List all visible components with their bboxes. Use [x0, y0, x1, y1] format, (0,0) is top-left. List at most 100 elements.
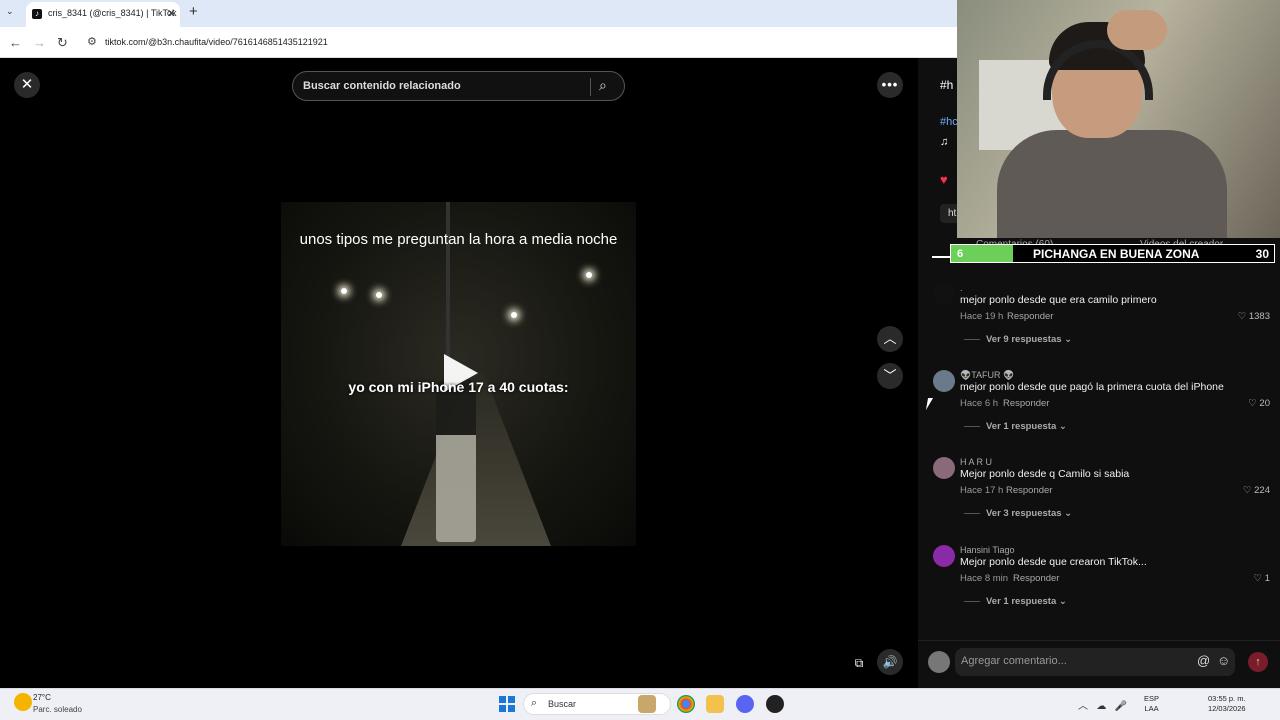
forward-icon[interactable]: → — [33, 35, 46, 50]
heart-icon: ♡ — [1253, 573, 1265, 584]
more-icon[interactable]: ••• — [877, 72, 903, 98]
weather-icon[interactable] — [14, 693, 32, 711]
clock-time: 03:55 p. m. — [1208, 694, 1246, 703]
music-icon[interactable]: ♫ — [940, 136, 948, 148]
avatar[interactable] — [933, 283, 955, 305]
divider — [964, 426, 980, 427]
chevron-down-icon[interactable]: ﹀ — [877, 363, 903, 389]
like-count: 1 — [1264, 573, 1270, 584]
street-light — [341, 288, 347, 294]
browser-tab[interactable]: ♪ cris_8341 (@cris_8341) | TikTok ✕ — [26, 2, 180, 27]
view-replies-button[interactable]: Ver 1 respuesta ⌄ — [986, 596, 1067, 607]
avatar[interactable] — [933, 370, 955, 392]
hashtag-link[interactable]: #hc — [940, 116, 958, 128]
reply-button[interactable]: Responder — [1003, 398, 1049, 409]
new-tab-button[interactable]: + — [189, 3, 198, 20]
comment-item: 👽TAFUR 👽 mejor ponlo desde que pagó la p… — [930, 370, 1276, 450]
weather-desc[interactable]: Parc. soleado — [33, 705, 82, 714]
like-count: 20 — [1259, 398, 1270, 409]
url-text: tiktok.com/@b3n.chaufita/video/761614685… — [105, 37, 328, 47]
like-count: 1383 — [1248, 311, 1270, 322]
clock[interactable]: 03:55 p. m. 12/03/2026 — [1208, 694, 1246, 714]
chevron-down-icon: ⌄ — [1064, 508, 1073, 519]
volume-icon[interactable]: 🔊 — [877, 649, 903, 675]
reply-button[interactable]: Responder — [1007, 311, 1053, 322]
windows-icon[interactable] — [499, 696, 515, 712]
person-figure — [436, 377, 476, 542]
windows-logo-part — [499, 705, 506, 712]
comment-likes[interactable]: ♡ 1 — [1254, 573, 1270, 584]
view-replies-button[interactable]: Ver 9 respuestas ⌄ — [986, 334, 1072, 345]
comment-user[interactable]: . — [960, 283, 963, 293]
comment-user[interactable]: H A R U — [960, 457, 992, 467]
comment-time: Hace 6 h — [960, 398, 999, 409]
reply-button[interactable]: Responder — [1006, 485, 1052, 496]
heart-icon[interactable]: ♥ — [940, 172, 948, 187]
heart-icon: ♡ — [1248, 398, 1260, 409]
webcam-overlay — [957, 0, 1280, 238]
tab-list-chevron-icon[interactable]: ⌄ — [6, 6, 14, 17]
lamp-pole — [446, 202, 450, 362]
comment-input[interactable]: Agregar comentario... @ ☺ — [955, 648, 1235, 676]
windows-logo-part — [508, 696, 515, 703]
comment-time: Hace 17 h — [960, 485, 1004, 496]
reply-button[interactable]: Responder — [1013, 573, 1059, 584]
divider — [964, 339, 980, 340]
emoji-icon[interactable]: ☺ — [1217, 653, 1230, 668]
tiktok-favicon-icon: ♪ — [32, 9, 42, 19]
chevron-down-icon: ⌄ — [1058, 596, 1067, 607]
language-indicator[interactable]: ESP LAA — [1144, 694, 1159, 714]
avatar[interactable] — [933, 545, 955, 567]
divider — [964, 513, 980, 514]
comment-item: H A R U Mejor ponlo desde q Camilo si sa… — [930, 457, 1276, 537]
comment-user[interactable]: Hansini Tiago — [960, 545, 1015, 555]
chevron-down-icon: ⌄ — [1058, 421, 1067, 432]
windows-logo-part — [499, 696, 506, 703]
chevron-down-icon: ⌄ — [1064, 334, 1073, 345]
chrome-icon[interactable] — [677, 695, 695, 713]
search-placeholder: Buscar contenido relacionado — [303, 80, 461, 92]
send-icon[interactable]: ↑ — [1248, 652, 1268, 672]
avatar[interactable] — [933, 457, 955, 479]
person-shirt — [997, 130, 1227, 238]
comment-text: mejor ponlo desde que era camilo primero — [960, 294, 1157, 306]
author-header[interactable]: #h — [940, 78, 953, 92]
back-icon[interactable]: ← — [9, 35, 22, 50]
close-icon[interactable]: ✕ — [14, 72, 40, 98]
comment-composer: Agregar comentario... @ ☺ ↑ — [918, 640, 1280, 688]
reload-icon[interactable]: ↻ — [57, 35, 68, 51]
avatar[interactable] — [928, 651, 950, 673]
tab-close-icon[interactable]: ✕ — [167, 7, 176, 20]
address-bar[interactable]: ⚙ tiktok.com/@b3n.chaufita/video/7616146… — [84, 31, 954, 53]
comment-likes[interactable]: ♡ 1383 — [1238, 311, 1270, 322]
banner-right-number: 30 — [1255, 247, 1269, 261]
file-explorer-icon[interactable] — [706, 695, 724, 713]
pip-icon[interactable]: ⧉ — [846, 649, 872, 675]
chevron-up-icon[interactable]: ︿ — [877, 326, 903, 352]
comment-likes[interactable]: ♡ 20 — [1248, 398, 1270, 409]
comment-user[interactable]: 👽TAFUR 👽 — [960, 370, 1014, 381]
heart-icon: ♡ — [1237, 311, 1249, 322]
lang-secondary: LAA — [1144, 704, 1159, 713]
obs-icon[interactable] — [766, 695, 784, 713]
discord-icon[interactable] — [736, 695, 754, 713]
banner-title: PICHANGA EN BUENA ZONA — [1033, 247, 1200, 261]
comment-likes[interactable]: ♡ 224 — [1243, 485, 1270, 496]
related-search-input[interactable]: Buscar contenido relacionado ⌕ — [292, 71, 625, 101]
view-replies-button[interactable]: Ver 1 respuesta ⌄ — [986, 421, 1067, 432]
comment-item: . mejor ponlo desde que era camilo prime… — [930, 283, 1276, 363]
search-icon[interactable]: ⌕ — [599, 77, 607, 94]
system-tray[interactable]: ︿ ☁ 🎤 — [1078, 697, 1127, 712]
weather-temp[interactable]: 27°C — [33, 693, 51, 702]
at-icon[interactable]: @ — [1197, 653, 1210, 668]
view-replies-button[interactable]: Ver 3 respuestas ⌄ — [986, 508, 1072, 519]
street-light — [511, 312, 517, 318]
search-highlight-icon[interactable] — [638, 695, 656, 713]
comment-text: Mejor ponlo desde q Camilo si sabia — [960, 468, 1130, 480]
site-info-icon[interactable]: ⚙ — [87, 35, 97, 48]
comment-text: mejor ponlo desde que pagó la primera cu… — [960, 381, 1224, 393]
view-replies-label: Ver 9 respuestas — [986, 334, 1062, 345]
path-shape — [401, 372, 551, 546]
comment-placeholder: Agregar comentario... — [961, 655, 1067, 667]
clock-date: 12/03/2026 — [1208, 704, 1246, 713]
